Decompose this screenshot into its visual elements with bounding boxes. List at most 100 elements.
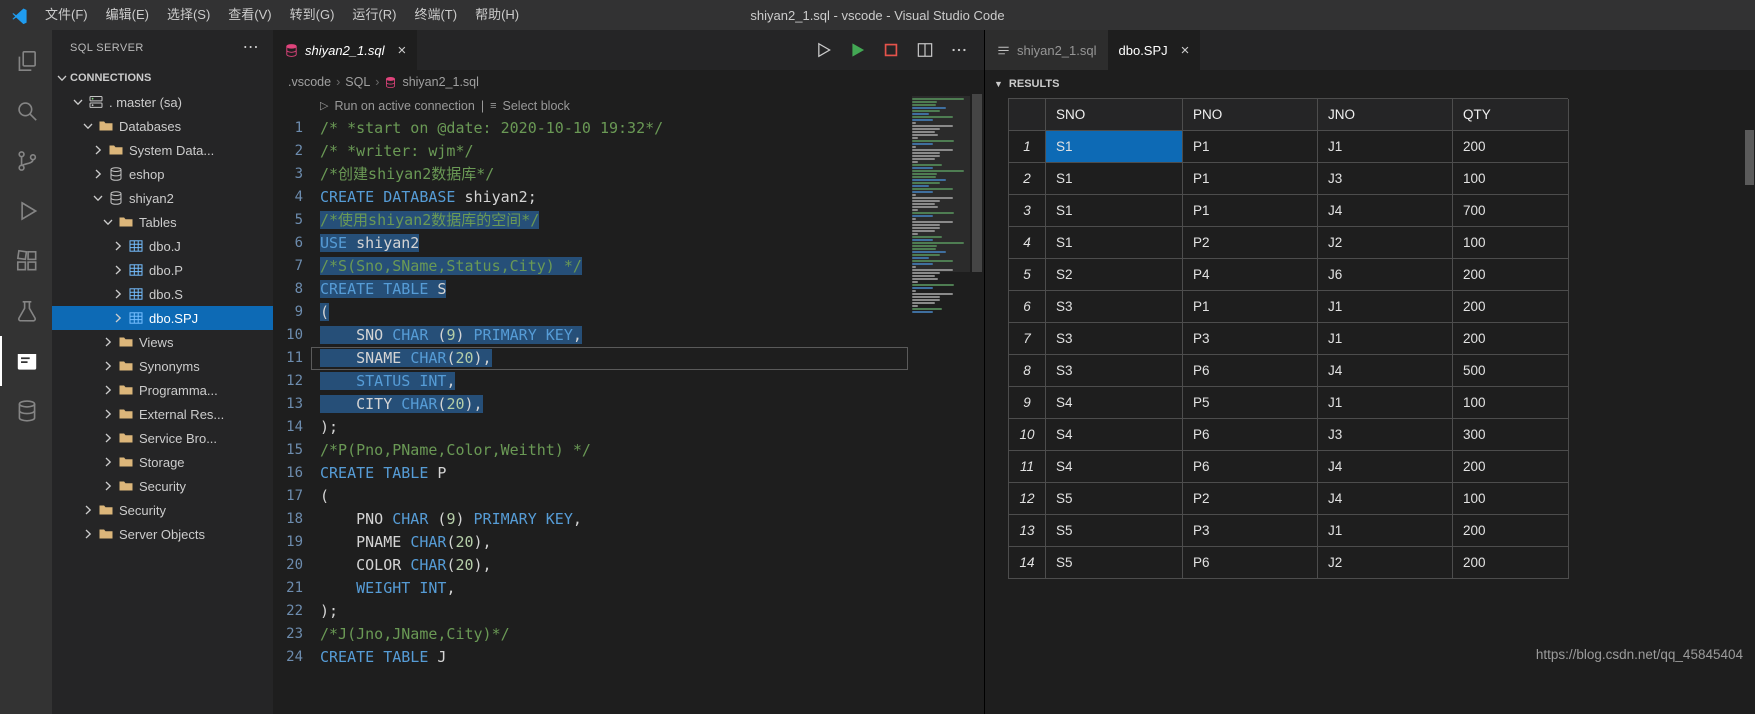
- tree-item-dbo-s[interactable]: dbo.S: [52, 282, 273, 306]
- breadcrumb-item-0[interactable]: .vscode: [288, 75, 331, 89]
- column-header-pno[interactable]: PNO: [1183, 99, 1318, 131]
- result-cell[interactable]: J2: [1318, 227, 1453, 259]
- menu-run[interactable]: 运行(R): [343, 0, 405, 30]
- result-cell[interactable]: J1: [1318, 387, 1453, 419]
- result-cell[interactable]: P2: [1183, 483, 1318, 515]
- result-cell[interactable]: 300: [1453, 419, 1569, 451]
- result-cell[interactable]: P3: [1183, 515, 1318, 547]
- tree-item-external-resources[interactable]: External Res...: [52, 402, 273, 426]
- result-cell[interactable]: J1: [1318, 515, 1453, 547]
- row-number[interactable]: 12: [1009, 483, 1046, 515]
- result-cell[interactable]: S3: [1046, 323, 1183, 355]
- result-cell[interactable]: S1: [1046, 227, 1183, 259]
- close-icon[interactable]: ×: [1181, 43, 1190, 58]
- tree-item-security-server[interactable]: Security: [52, 498, 273, 522]
- tree-item-synonyms[interactable]: Synonyms: [52, 354, 273, 378]
- result-cell[interactable]: J3: [1318, 419, 1453, 451]
- tree-item-shiyan2[interactable]: shiyan2: [52, 186, 273, 210]
- row-number[interactable]: 13: [1009, 515, 1046, 547]
- breadcrumb-item-1[interactable]: SQL: [345, 75, 370, 89]
- result-cell[interactable]: S5: [1046, 515, 1183, 547]
- source-control-icon[interactable]: [0, 136, 52, 186]
- execute-query-icon[interactable]: [846, 39, 868, 61]
- row-number[interactable]: 2: [1009, 163, 1046, 195]
- column-header-sno[interactable]: SNO: [1046, 99, 1183, 131]
- result-cell[interactable]: P1: [1183, 291, 1318, 323]
- menu-edit[interactable]: 编辑(E): [97, 0, 158, 30]
- tree-item-master[interactable]: . master (sa): [52, 90, 273, 114]
- connections-section-header[interactable]: CONNECTIONS: [52, 66, 273, 90]
- row-number[interactable]: 11: [1009, 451, 1046, 483]
- split-editor-icon[interactable]: [914, 39, 936, 61]
- menu-help[interactable]: 帮助(H): [466, 0, 528, 30]
- result-cell[interactable]: 200: [1453, 451, 1569, 483]
- codelens-run-link[interactable]: Run on active connection: [334, 96, 474, 117]
- row-number[interactable]: 10: [1009, 419, 1046, 451]
- result-cell[interactable]: P6: [1183, 419, 1318, 451]
- menu-selection[interactable]: 选择(S): [158, 0, 219, 30]
- result-cell[interactable]: 700: [1453, 195, 1569, 227]
- run-debug-icon[interactable]: [0, 186, 52, 236]
- more-actions-icon[interactable]: [948, 39, 970, 61]
- result-cell[interactable]: S2: [1046, 259, 1183, 291]
- result-cell[interactable]: S1: [1046, 131, 1183, 163]
- explorer-icon[interactable]: [0, 36, 52, 86]
- cancel-query-icon[interactable]: [880, 39, 902, 61]
- result-cell[interactable]: P1: [1183, 163, 1318, 195]
- result-cell[interactable]: J2: [1318, 547, 1453, 579]
- tab-shiyan2-1-sql[interactable]: shiyan2_1.sql ×: [273, 30, 417, 70]
- row-number[interactable]: 1: [1009, 131, 1046, 163]
- result-cell[interactable]: J6: [1318, 259, 1453, 291]
- more-actions-icon[interactable]: ⋯: [243, 43, 259, 53]
- result-cell[interactable]: J1: [1318, 323, 1453, 355]
- result-cell[interactable]: P6: [1183, 547, 1318, 579]
- result-cell[interactable]: S1: [1046, 195, 1183, 227]
- tree-item-storage[interactable]: Storage: [52, 450, 273, 474]
- scrollbar-thumb[interactable]: [972, 94, 982, 272]
- result-cell[interactable]: 100: [1453, 227, 1569, 259]
- result-cell[interactable]: P1: [1183, 195, 1318, 227]
- row-number[interactable]: 6: [1009, 291, 1046, 323]
- breadcrumb-item-2[interactable]: shiyan2_1.sql: [402, 75, 478, 89]
- row-number[interactable]: 3: [1009, 195, 1046, 227]
- result-cell[interactable]: 200: [1453, 131, 1569, 163]
- menu-terminal[interactable]: 终端(T): [405, 0, 466, 30]
- result-cell[interactable]: P2: [1183, 227, 1318, 259]
- result-cell[interactable]: 200: [1453, 323, 1569, 355]
- result-cell[interactable]: S3: [1046, 291, 1183, 323]
- result-cell[interactable]: S5: [1046, 483, 1183, 515]
- tree-item-programmability[interactable]: Programma...: [52, 378, 273, 402]
- result-cell[interactable]: J3: [1318, 163, 1453, 195]
- result-cell[interactable]: J1: [1318, 131, 1453, 163]
- menu-file[interactable]: 文件(F): [36, 0, 97, 30]
- result-cell[interactable]: J4: [1318, 355, 1453, 387]
- tree-item-server-objects[interactable]: Server Objects: [52, 522, 273, 546]
- results-scrollbar-thumb[interactable]: [1745, 130, 1754, 185]
- row-number[interactable]: 7: [1009, 323, 1046, 355]
- result-cell[interactable]: J4: [1318, 195, 1453, 227]
- column-header-jno[interactable]: JNO: [1318, 99, 1453, 131]
- results-section-header[interactable]: ▼ RESULTS: [985, 70, 1755, 98]
- row-number[interactable]: 4: [1009, 227, 1046, 259]
- code-editor[interactable]: ▷ Run on active connection | ≡ Select bl…: [273, 94, 984, 714]
- search-icon[interactable]: [0, 86, 52, 136]
- result-cell[interactable]: J4: [1318, 483, 1453, 515]
- result-cell[interactable]: S5: [1046, 547, 1183, 579]
- editor-scrollbar[interactable]: [970, 94, 984, 714]
- extensions-icon[interactable]: [0, 236, 52, 286]
- tree-item-dbo-j[interactable]: dbo.J: [52, 234, 273, 258]
- result-cell[interactable]: P1: [1183, 131, 1318, 163]
- results-tab-dbo-spj[interactable]: dbo.SPJ×: [1108, 30, 1201, 70]
- tree-item-system-databases[interactable]: System Data...: [52, 138, 273, 162]
- result-cell[interactable]: 200: [1453, 291, 1569, 323]
- column-header-qty[interactable]: QTY: [1453, 99, 1569, 131]
- result-cell[interactable]: P6: [1183, 355, 1318, 387]
- minimap[interactable]: [912, 94, 970, 313]
- result-cell[interactable]: P4: [1183, 259, 1318, 291]
- close-icon[interactable]: ×: [398, 43, 407, 58]
- run-query-icon[interactable]: [812, 39, 834, 61]
- result-cell[interactable]: 200: [1453, 259, 1569, 291]
- result-cell[interactable]: P5: [1183, 387, 1318, 419]
- row-number[interactable]: 5: [1009, 259, 1046, 291]
- result-cell[interactable]: J4: [1318, 451, 1453, 483]
